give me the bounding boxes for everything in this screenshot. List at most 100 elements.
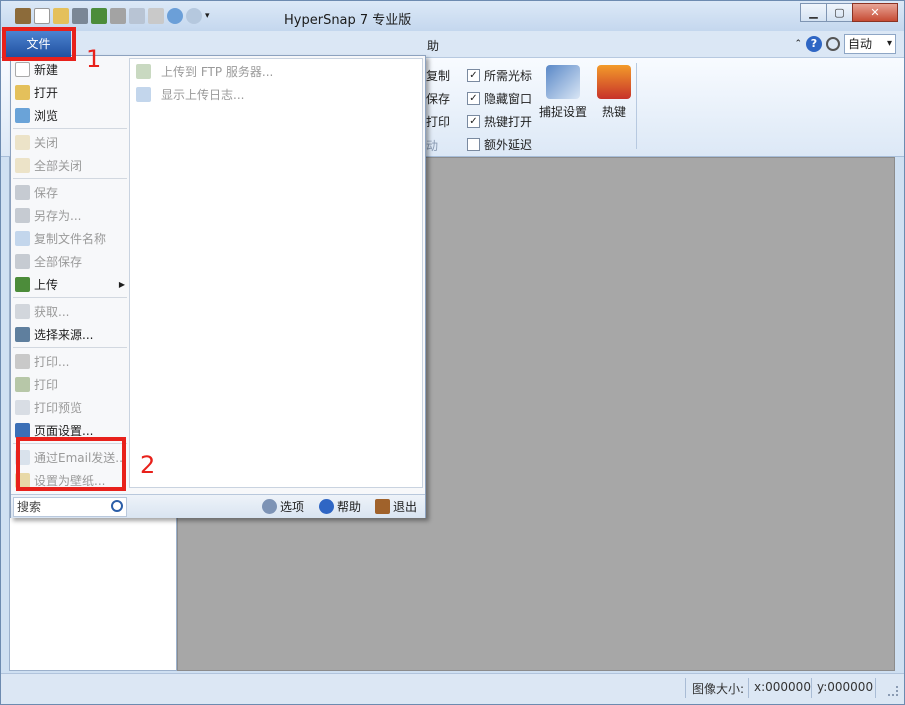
menu-item-label: 关闭	[34, 135, 59, 150]
hotkey-flame-icon	[597, 65, 631, 99]
menu-item-acquire[interactable]: 获取...	[15, 301, 69, 321]
menu-item-save-all[interactable]: 全部保存	[15, 251, 82, 271]
help-icon[interactable]: ?	[806, 36, 822, 52]
submenu-item-ftp-upload[interactable]: 上传到 FTP 服务器...	[136, 61, 273, 81]
capture-region-icon[interactable]	[129, 8, 145, 24]
print-preview-icon	[15, 399, 30, 415]
upload-icon	[15, 276, 30, 292]
ribbon-right-controls: ⌃ ? 自动	[794, 34, 896, 54]
open-folder-icon[interactable]	[53, 8, 69, 24]
window-title: HyperSnap 7 专业版	[284, 13, 412, 28]
upload-icon[interactable]	[91, 8, 107, 24]
search-icon[interactable]	[111, 500, 123, 512]
save-as-icon	[15, 207, 30, 223]
checkbox-hide-window[interactable]: ✓ 隐藏窗口	[467, 90, 532, 107]
customize-toolbar-icon[interactable]: ▾	[205, 11, 210, 21]
annotation-number-2: 2	[140, 451, 156, 479]
menu-separator	[13, 128, 127, 129]
zoom-icon[interactable]	[826, 37, 840, 51]
minimize-button[interactable]: ▁	[800, 3, 827, 22]
checkbox-box[interactable]	[467, 138, 480, 151]
menu-item-label: 新建	[34, 62, 59, 77]
print-icon[interactable]	[110, 8, 126, 24]
checkbox-extra-delay[interactable]: 额外延迟	[467, 136, 532, 153]
menu-item-print[interactable]: 打印	[15, 374, 58, 394]
tab-help-partial[interactable]: 助	[427, 37, 439, 54]
menu-item-save[interactable]: 保存	[15, 182, 58, 202]
menu-item-new[interactable]: 新建	[15, 59, 58, 79]
menu-item-close-all[interactable]: 全部关闭	[15, 155, 82, 175]
print-button-partial[interactable]: 打印	[426, 113, 450, 130]
copy-button-partial[interactable]: 复制	[426, 67, 450, 84]
checkbox-box[interactable]: ✓	[467, 92, 480, 105]
status-divider	[748, 678, 749, 698]
menu-search-input[interactable]: 搜索	[13, 497, 127, 517]
quick-print-icon	[15, 376, 30, 392]
checkbox-label: 所需光标	[484, 69, 533, 83]
menu-item-upload[interactable]: 上传 ▶	[15, 274, 127, 294]
hotkeys-button[interactable]: 热键	[597, 65, 631, 120]
status-bar: 图像大小: x:000000 y:000000	[1, 673, 904, 704]
menu-item-label: 打开	[34, 85, 59, 100]
help-button[interactable]: 帮助	[319, 498, 361, 515]
file-menu-footer: 搜索 选项 帮助 退出	[11, 494, 425, 518]
menu-item-label: 保存	[34, 185, 59, 200]
menu-item-print-dialog[interactable]: 打印...	[15, 351, 69, 371]
copy-filename-icon	[15, 230, 30, 246]
menu-item-browse[interactable]: 浏览	[15, 105, 58, 125]
annotation-box-1	[2, 27, 76, 61]
help-icon	[319, 499, 334, 514]
select-source-icon	[15, 326, 30, 342]
menu-item-label: 打印...	[34, 354, 70, 369]
new-file-icon	[15, 61, 30, 77]
capture-settings-button[interactable]: 捕捉设置	[539, 65, 587, 120]
checkbox-hotkey-open[interactable]: ✓ 热键打开	[467, 113, 532, 130]
submenu-arrow-icon: ▶	[118, 279, 125, 289]
menu-item-save-as[interactable]: 另存为...	[15, 205, 81, 225]
status-divider	[875, 678, 876, 698]
exit-button[interactable]: 退出	[375, 498, 417, 515]
redo-icon[interactable]	[186, 8, 202, 24]
options-icon	[262, 499, 277, 514]
resize-grip-icon[interactable]	[888, 686, 898, 696]
menu-item-label: 浏览	[34, 108, 59, 123]
zoom-select[interactable]: 自动	[844, 34, 896, 54]
close-all-icon	[15, 157, 30, 173]
new-file-icon[interactable]	[34, 8, 50, 24]
x-coordinate: x:000000	[754, 680, 811, 694]
clipboard-icon[interactable]	[148, 8, 164, 24]
save-icon[interactable]	[72, 8, 88, 24]
undo-icon[interactable]	[167, 8, 183, 24]
menu-item-open[interactable]: 打开	[15, 82, 58, 102]
status-divider	[685, 678, 686, 698]
upload-submenu: 上传到 FTP 服务器... 显示上传日志...	[129, 58, 423, 488]
ftp-upload-icon	[136, 63, 151, 79]
menu-item-label: 全部保存	[34, 254, 83, 269]
checkbox-label: 隐藏窗口	[484, 92, 533, 106]
menu-item-label: 打印预览	[34, 400, 83, 415]
window-controls: ▁ ▢ ✕	[800, 3, 898, 22]
menu-item-select-source[interactable]: 选择来源...	[15, 324, 93, 344]
upload-log-icon	[136, 86, 151, 102]
checkbox-box[interactable]: ✓	[467, 69, 480, 82]
menu-item-close[interactable]: 关闭	[15, 132, 58, 152]
app-logo-icon[interactable]	[15, 8, 31, 24]
menu-item-label: 页面设置...	[34, 423, 94, 438]
checkbox-box[interactable]: ✓	[467, 115, 480, 128]
capture-settings-label: 捕捉设置	[539, 105, 588, 119]
submenu-item-label: 上传到 FTP 服务器...	[161, 64, 274, 79]
annotation-number-1: 1	[86, 45, 102, 73]
quick-access-toolbar: ▾	[15, 7, 210, 25]
checkbox-label: 热键打开	[484, 115, 533, 129]
close-button[interactable]: ✕	[852, 3, 898, 22]
collapse-ribbon-icon[interactable]: ⌃	[794, 39, 802, 49]
menu-item-print-preview[interactable]: 打印预览	[15, 397, 82, 417]
options-button[interactable]: 选项	[262, 498, 304, 515]
checkbox-cursor[interactable]: ✓ 所需光标	[467, 67, 532, 84]
annotation-box-2	[16, 437, 126, 491]
submenu-item-upload-log[interactable]: 显示上传日志...	[136, 84, 244, 104]
save-button-partial[interactable]: 保存	[426, 90, 450, 107]
maximize-button[interactable]: ▢	[826, 3, 853, 22]
menu-item-copy-filename[interactable]: 复制文件名称	[15, 228, 106, 248]
menu-separator	[13, 347, 127, 348]
